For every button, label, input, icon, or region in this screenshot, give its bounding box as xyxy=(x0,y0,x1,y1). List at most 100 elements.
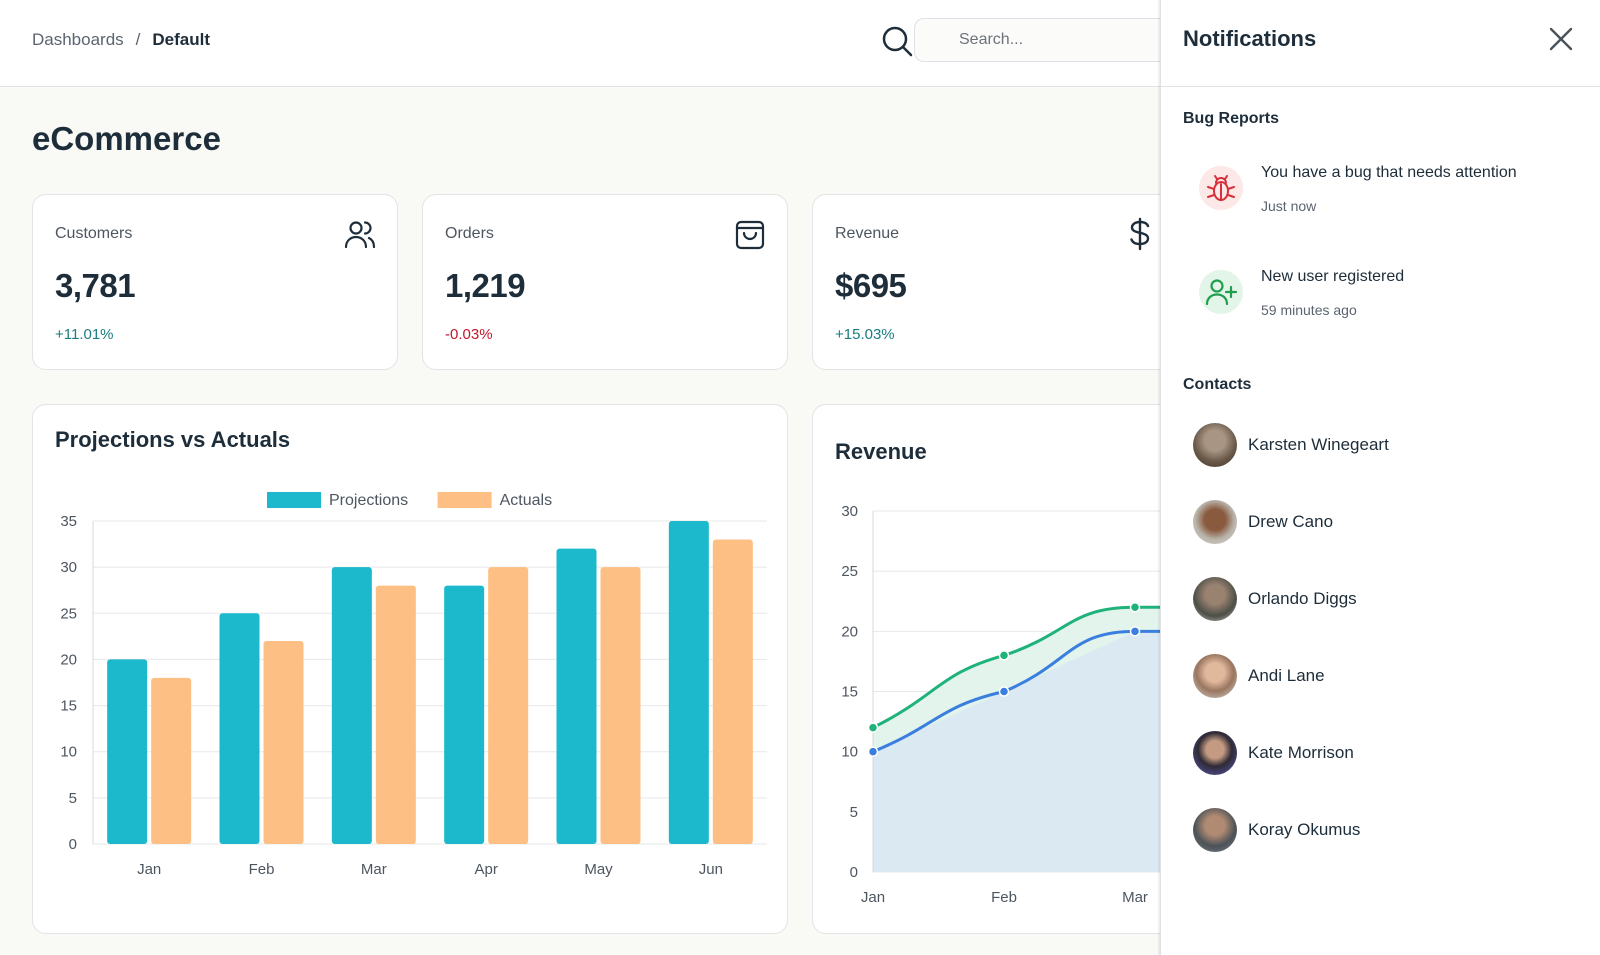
y-tick-label: 0 xyxy=(69,836,77,853)
x-tick-label: Mar xyxy=(361,861,387,878)
chart-title: Projections vs Actuals xyxy=(55,427,291,452)
bar-projections xyxy=(556,548,597,844)
revenue-chart-card: Revenue 0 5 10 15 20 25 30 Jan Feb Mar xyxy=(812,404,1212,934)
top-bar: Dashboards / Default xyxy=(0,0,1174,87)
bar-actuals xyxy=(712,539,753,844)
contact-name: Drew Cano xyxy=(1248,512,1334,531)
data-point xyxy=(867,722,879,733)
stat-label: Customers xyxy=(55,225,133,242)
close-icon[interactable] xyxy=(1548,26,1574,52)
legend-swatch xyxy=(437,492,492,508)
data-point xyxy=(998,650,1010,661)
notification-time: 59 minutes ago xyxy=(1261,302,1357,318)
x-tick-label: Jun xyxy=(699,861,723,878)
y-tick-label: 20 xyxy=(841,623,858,640)
y-tick-label: 10 xyxy=(841,744,858,761)
x-tick-label: Feb xyxy=(991,889,1017,906)
data-point xyxy=(1129,626,1141,637)
x-tick-label: Jan xyxy=(861,889,885,906)
y-tick-label: 0 xyxy=(850,864,858,881)
contacts-heading: Contacts xyxy=(1183,376,1252,393)
y-tick-label: 15 xyxy=(60,698,77,715)
data-point xyxy=(998,686,1010,697)
bar-projections xyxy=(331,567,372,844)
stat-value: $695 xyxy=(835,267,907,304)
avatar xyxy=(1193,423,1237,467)
y-tick-label: 25 xyxy=(841,563,858,580)
x-tick-label: Feb xyxy=(249,861,275,878)
bar-projections xyxy=(444,585,485,844)
legend-label: Actuals xyxy=(500,492,552,509)
bar-actuals xyxy=(263,640,304,844)
legend-swatch xyxy=(267,492,321,508)
breadcrumb-dashboards[interactable]: Dashboards xyxy=(32,30,124,50)
contact-item[interactable]: Koray Okumus xyxy=(1193,807,1573,853)
revenue-card: Revenue $695 +15.03% xyxy=(812,194,1178,370)
avatar xyxy=(1193,500,1237,544)
x-tick-label: Apr xyxy=(474,861,497,878)
contact-name: Koray Okumus xyxy=(1248,820,1361,839)
y-tick-label: 15 xyxy=(841,684,858,701)
y-tick-label: 5 xyxy=(850,804,858,821)
bar-projections xyxy=(107,659,148,844)
data-point xyxy=(1129,602,1141,613)
avatar xyxy=(1193,654,1237,698)
stat-value: 3,781 xyxy=(55,267,136,304)
stat-change: -0.03% xyxy=(445,326,493,343)
stat-change: +15.03% xyxy=(835,326,895,343)
legend-label: Projections xyxy=(329,492,408,509)
avatar xyxy=(1193,808,1237,852)
notifications-panel: Notifications Bug Reports You have a bug… xyxy=(1160,0,1600,955)
y-tick-label: 20 xyxy=(60,651,77,668)
search-input[interactable] xyxy=(914,18,1174,62)
panel-header: Notifications xyxy=(1161,0,1600,87)
avatar xyxy=(1193,731,1237,775)
contact-name: Andi Lane xyxy=(1248,666,1325,685)
bar-actuals xyxy=(600,567,641,844)
stat-label: Orders xyxy=(445,225,494,242)
y-tick-label: 30 xyxy=(60,559,77,576)
bug-icon xyxy=(1199,166,1243,210)
breadcrumb: Dashboards / Default xyxy=(32,30,210,50)
contact-item[interactable]: Drew Cano xyxy=(1193,499,1573,545)
stat-change: +11.01% xyxy=(55,326,114,343)
data-point xyxy=(867,746,879,757)
user-plus-icon xyxy=(1199,270,1243,314)
breadcrumb-separator: / xyxy=(135,30,141,49)
stat-label: Revenue xyxy=(835,225,900,242)
y-tick-label: 5 xyxy=(69,790,77,807)
revenue-area-chart: 0 5 10 15 20 25 30 Jan Feb Mar xyxy=(841,503,1211,906)
bar-actuals xyxy=(488,567,529,844)
x-tick-label: Jan xyxy=(137,861,161,878)
y-tick-label: 35 xyxy=(60,513,77,530)
contact-name: Kate Morrison xyxy=(1248,743,1354,762)
contact-item[interactable]: Orlando Diggs xyxy=(1193,576,1573,622)
x-tick-label: May xyxy=(584,861,613,878)
y-tick-label: 25 xyxy=(60,605,77,622)
x-tick-label: Mar xyxy=(1122,889,1148,906)
projections-chart-card: Projections vs Actuals 0 5 10 15 20 25 30 35 Jan… xyxy=(32,404,788,934)
stat-value: 1,219 xyxy=(445,267,526,304)
contact-item[interactable]: Andi Lane xyxy=(1193,653,1573,699)
contact-name: Karsten Winegeart xyxy=(1248,435,1389,454)
y-tick-label: 10 xyxy=(60,744,77,761)
orders-card: Orders 1,219 -0.03% xyxy=(422,194,788,370)
notification-time: Just now xyxy=(1261,198,1317,214)
chart-title: Revenue xyxy=(835,439,927,464)
notification-item[interactable]: New user registered 59 minutes ago xyxy=(1183,264,1583,334)
bar-projections xyxy=(668,521,709,844)
contact-item[interactable]: Karsten Winegeart xyxy=(1193,422,1573,468)
notification-item[interactable]: You have a bug that needs attention Just… xyxy=(1183,160,1583,230)
breadcrumb-default: Default xyxy=(152,30,211,49)
contact-name: Orlando Diggs xyxy=(1248,589,1357,608)
customers-card: Customers 3,781 +11.01% xyxy=(32,194,398,370)
contact-item[interactable]: Kate Morrison xyxy=(1193,730,1573,776)
y-tick-label: 30 xyxy=(841,503,858,520)
page-title: eCommerce xyxy=(32,120,221,157)
panel-title: Notifications xyxy=(1183,26,1317,51)
shopping-bag-icon xyxy=(733,217,767,251)
search-icon[interactable] xyxy=(880,24,914,58)
notification-title: New user registered xyxy=(1261,268,1405,285)
bar-actuals xyxy=(375,585,416,844)
users-icon xyxy=(343,217,377,251)
